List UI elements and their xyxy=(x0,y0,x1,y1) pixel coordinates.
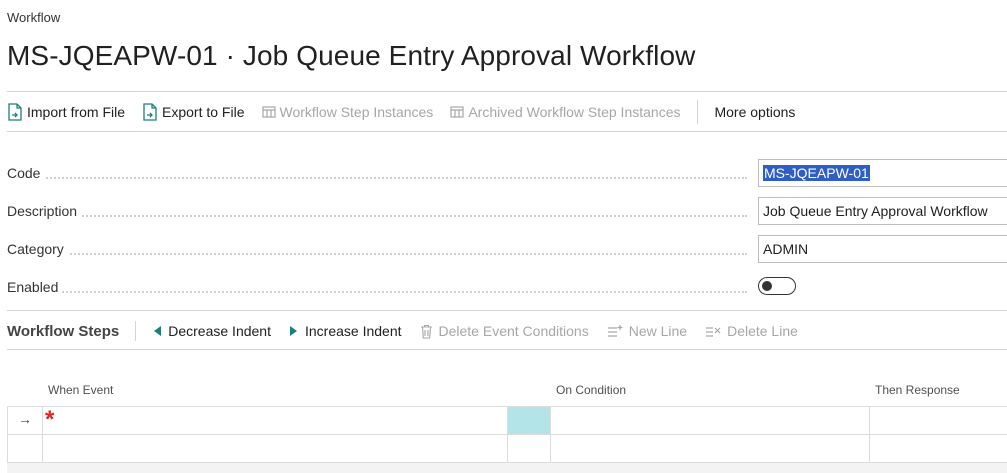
workflow-steps-title[interactable]: Workflow Steps xyxy=(7,323,119,340)
new-line-button[interactable]: New Line xyxy=(607,323,687,339)
code-field-row: Code MS-JQEAPW-01 xyxy=(7,159,1007,189)
breadcrumb[interactable]: Workflow xyxy=(7,10,60,25)
new-line-label: New Line xyxy=(628,323,688,339)
grid-line xyxy=(7,406,8,462)
divider xyxy=(7,310,1007,311)
page-title: MS-JQEAPW-01 · Job Queue Entry Approval … xyxy=(7,40,696,71)
export-file-icon xyxy=(142,103,158,121)
delete-line-icon xyxy=(705,324,721,338)
delete-line-label: Delete Line xyxy=(727,323,798,339)
archived-workflow-step-instances-label: Archived Workflow Step Instances xyxy=(468,104,681,120)
selected-cell[interactable] xyxy=(508,407,550,434)
column-header-on-condition[interactable]: On Condition xyxy=(556,383,626,397)
column-header-then-response[interactable]: Then Response xyxy=(875,383,960,397)
table-icon xyxy=(450,105,464,119)
increase-indent-button[interactable]: Increase Indent xyxy=(289,323,402,339)
divider xyxy=(7,91,1007,92)
category-label: Category xyxy=(7,241,68,257)
import-from-file-label: Import from File xyxy=(27,104,126,120)
action-separator xyxy=(697,100,699,124)
new-line-icon xyxy=(607,324,623,338)
import-file-icon xyxy=(7,103,23,121)
decrease-indent-button[interactable]: Decrease Indent xyxy=(152,323,271,339)
increase-indent-label: Increase Indent xyxy=(304,323,402,339)
code-input[interactable]: MS-JQEAPW-01 xyxy=(758,159,1007,187)
subbar-separator xyxy=(135,321,137,341)
grid-footer xyxy=(7,462,1007,473)
delete-event-conditions-label: Delete Event Conditions xyxy=(438,323,589,339)
dotted-leader xyxy=(7,253,747,255)
table-icon xyxy=(261,105,276,119)
triangle-right-icon xyxy=(289,325,299,337)
category-field-row: Category ADMIN xyxy=(7,235,1007,265)
category-input[interactable]: ADMIN xyxy=(758,235,1007,263)
delete-line-button[interactable]: Delete Line xyxy=(705,323,798,339)
workflow-step-instances-button[interactable]: Workflow Step Instances xyxy=(261,104,434,120)
dotted-leader xyxy=(7,177,747,179)
divider xyxy=(7,131,1007,132)
workflow-steps-bar: Workflow Steps Decrease Indent Increase … xyxy=(7,315,816,347)
code-value: MS-JQEAPW-01 xyxy=(763,165,870,181)
more-options-label: More options xyxy=(714,104,796,120)
code-label: Code xyxy=(7,165,45,181)
workflow-step-instances-label: Workflow Step Instances xyxy=(279,104,434,120)
export-to-file-label: Export to File xyxy=(162,104,245,120)
enabled-label: Enabled xyxy=(7,279,63,295)
description-field-row: Description Job Queue Entry Approval Wor… xyxy=(7,197,1007,227)
on-condition-cell[interactable] xyxy=(551,407,869,434)
description-label: Description xyxy=(7,203,82,219)
more-options-button[interactable]: More options xyxy=(714,104,795,120)
triangle-left-icon xyxy=(152,325,162,337)
decrease-indent-label: Decrease Indent xyxy=(168,323,271,339)
dotted-leader xyxy=(7,215,747,217)
import-from-file-button[interactable]: Import from File xyxy=(7,103,125,121)
enabled-toggle[interactable] xyxy=(758,277,796,295)
dotted-leader xyxy=(7,291,747,293)
delete-event-conditions-button[interactable]: Delete Event Conditions xyxy=(420,323,589,339)
export-to-file-button[interactable]: Export to File xyxy=(142,103,245,121)
column-header-when-event[interactable]: When Event xyxy=(48,383,113,397)
then-response-cell[interactable] xyxy=(870,407,1007,434)
toggle-knob xyxy=(762,281,772,291)
archived-workflow-step-instances-button[interactable]: Archived Workflow Step Instances xyxy=(450,104,680,120)
when-event-cell[interactable] xyxy=(43,407,507,434)
description-input[interactable]: Job Queue Entry Approval Workflow xyxy=(758,197,1007,225)
current-row-indicator: → xyxy=(18,411,32,427)
divider xyxy=(7,349,1007,350)
trash-icon xyxy=(420,324,433,339)
enabled-field-row: Enabled xyxy=(7,273,1007,303)
action-bar: Import from File Export to File Workflow… xyxy=(7,94,812,130)
